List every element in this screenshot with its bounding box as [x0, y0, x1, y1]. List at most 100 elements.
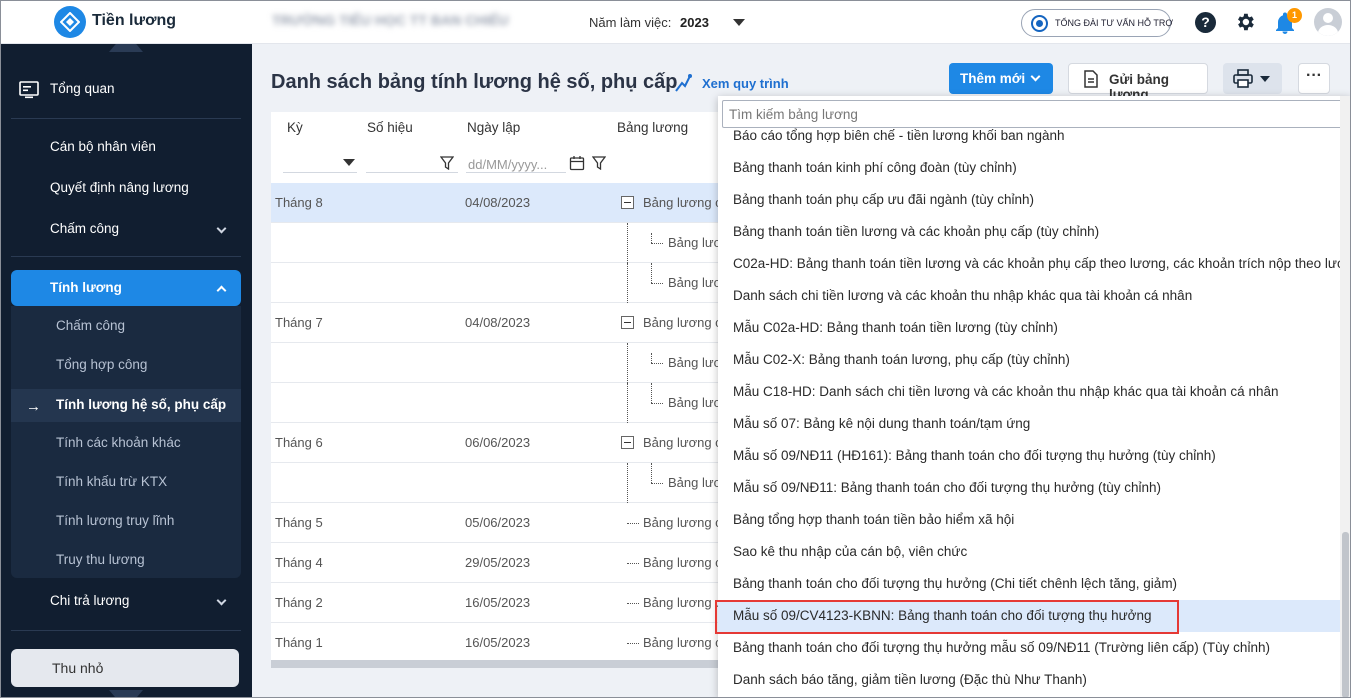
sidebar-item-payout[interactable]: Chi trả lương: [11, 583, 241, 619]
table-row[interactable]: Tháng 5 05/06/2023 Bảng lương c: [271, 503, 731, 543]
horizontal-scrollbar[interactable]: [271, 660, 719, 668]
cell-payroll: Bảng lương c: [643, 635, 722, 650]
dropdown-option[interactable]: Mẫu số 09/NĐ11 (HĐ161): Bảng thanh toán …: [718, 440, 1340, 472]
table-row[interactable]: Tháng 4 29/05/2023 Bảng lương c: [271, 543, 731, 583]
date-filter-underline: [466, 172, 566, 173]
sidebar-top-handle[interactable]: [109, 44, 143, 52]
cell-period: Tháng 5: [275, 515, 323, 530]
cell-period: Tháng 6: [275, 435, 323, 450]
dropdown-option[interactable]: Mẫu số 09/CV4123-KBNN: Bảng thanh toán c…: [718, 600, 1340, 632]
option-label: Bảng thanh toán cho đối tượng thụ hưởng …: [733, 640, 1270, 655]
table-row[interactable]: Tháng 2 16/05/2023 Bảng lương c: [271, 583, 731, 623]
calendar-icon[interactable]: [569, 155, 585, 171]
table-row[interactable]: Bảng lươ: [271, 343, 731, 383]
dropdown-option[interactable]: Báo cáo tổng hợp biên chế - tiền lương k…: [718, 120, 1340, 152]
option-label: Danh sách báo tăng, giảm tiền lương (Đặc…: [733, 672, 1087, 687]
dropdown-option[interactable]: Mẫu C02-X: Bảng thanh toán lương, phụ cấ…: [718, 344, 1340, 376]
date-filter-input[interactable]: dd/MM/yyyy...: [468, 157, 547, 172]
dropdown-option[interactable]: Mẫu C02a-HD: Bảng thanh toán tiền lương …: [718, 312, 1340, 344]
cell-payroll: Bảng lương c: [643, 595, 722, 610]
subitem-label: Tính khấu trừ KTX: [56, 474, 168, 489]
cell-payroll: Bảng lương c: [643, 515, 722, 530]
sidebar-item-timekeeping[interactable]: Chấm công: [11, 211, 241, 247]
collapse-toggle-icon[interactable]: [621, 196, 634, 209]
filter-icon[interactable]: [440, 156, 454, 170]
column-header-date[interactable]: Ngày lập: [467, 120, 520, 135]
help-icon[interactable]: ?: [1195, 12, 1216, 33]
print-button[interactable]: [1223, 63, 1282, 94]
dropdown-option[interactable]: Mẫu số 09/NĐ11: Bảng thanh toán cho đối …: [718, 472, 1340, 504]
sidebar-item-payroll[interactable]: Tính lương: [11, 270, 241, 306]
sidebar-bottom-handle[interactable]: [109, 690, 143, 698]
dropdown-option[interactable]: Danh sách chi tiền lương và các khoản th…: [718, 280, 1340, 312]
option-label: Sao kê thu nhập của cán bộ, viên chức: [733, 544, 968, 559]
subitem-label: Tính lương hệ số, phụ cấp: [56, 397, 227, 412]
dropdown-scrollbar[interactable]: [1340, 96, 1351, 698]
period-filter[interactable]: [283, 172, 357, 173]
table-row[interactable]: Tháng 7 04/08/2023 Bảng lương c: [271, 303, 731, 343]
view-process-label: Xem quy trình: [702, 76, 789, 91]
cell-date: 29/05/2023: [465, 555, 531, 570]
chevron-up-icon: [216, 285, 227, 296]
tree-connector: [651, 383, 652, 403]
scrollbar-thumb[interactable]: [1342, 532, 1349, 698]
sidebar-subitem-work-summary[interactable]: Tổng hợp công: [11, 349, 241, 382]
collapse-toggle-icon[interactable]: [621, 316, 634, 329]
dropdown-option[interactable]: Bảng thanh toán tiền lương và các khoản …: [718, 216, 1340, 248]
dropdown-option[interactable]: Bảng thanh toán kinh phí công đoàn (tùy …: [718, 152, 1340, 184]
sidebar-item-overview[interactable]: Tổng quan: [11, 71, 241, 107]
tree-connector: [651, 353, 652, 363]
cell-payroll: Bảng lương c: [643, 555, 722, 570]
caret-down-icon[interactable]: [343, 159, 355, 166]
sidebar-subitem-timekeeping[interactable]: Chấm công: [11, 310, 241, 343]
tree-connector: [627, 603, 639, 604]
dropdown-option[interactable]: Bảng thanh toán cho đối tượng thụ hưởng …: [718, 568, 1340, 600]
dropdown-option[interactable]: Mẫu số 07: Bảng kê nội dung thanh toán/t…: [718, 408, 1340, 440]
headset-icon: [1031, 15, 1048, 32]
sidebar-subitem-back-pay[interactable]: Tính lương truy lĩnh: [11, 505, 241, 538]
dropdown-option[interactable]: Danh sách báo tăng, giảm tiền lương (Đặc…: [718, 664, 1340, 696]
table-row[interactable]: Tháng 8 04/08/2023 Bảng lương c: [271, 183, 731, 223]
sidebar-subitem-other-items[interactable]: Tính các khoản khác: [11, 427, 241, 460]
dropdown-option[interactable]: Sao kê thu nhập của cán bộ, viên chức: [718, 536, 1340, 568]
dropdown-option[interactable]: Mẫu C18-HD: Danh sách chi tiền lương và …: [718, 376, 1340, 408]
cell-period: Tháng 7: [275, 315, 323, 330]
sidebar-item-staff[interactable]: Cán bộ nhân viên: [11, 129, 241, 165]
column-header-payroll[interactable]: Bảng lương: [617, 120, 688, 135]
table-row[interactable]: Bảng lươ: [271, 383, 731, 423]
support-button[interactable]: TỔNG ĐÀI TƯ VẤN HỖ TRỢ: [1021, 9, 1173, 37]
cell-payroll: Bảng lương c: [643, 315, 722, 330]
add-new-button[interactable]: Thêm mới: [949, 63, 1053, 94]
tree-connector: [627, 463, 628, 503]
collapse-sidebar-button[interactable]: Thu nhỏ: [11, 649, 239, 687]
column-header-number[interactable]: Số hiệu: [367, 120, 413, 135]
app-logo-icon[interactable]: [54, 6, 86, 38]
year-select[interactable]: 2023: [680, 15, 709, 30]
dropdown-option[interactable]: Bảng thanh toán cho đối tượng thụ hưởng …: [718, 632, 1340, 664]
sidebar-subitem-coefficient-salary[interactable]: → Tính lương hệ số, phụ cấp: [11, 389, 241, 422]
table-row[interactable]: Bảng lươ: [271, 223, 731, 263]
sidebar-item-salary-decision[interactable]: Quyết định nâng lương: [11, 170, 241, 206]
avatar[interactable]: [1314, 8, 1342, 36]
caret-down-icon[interactable]: [733, 19, 745, 26]
send-payroll-button[interactable]: Gửi bảng lương: [1068, 63, 1208, 102]
dropdown-option[interactable]: Bảng tổng hợp thanh toán tiền bảo hiểm x…: [718, 504, 1340, 536]
dropdown-option[interactable]: Bảng thanh toán phụ cấp ưu đãi ngành (tù…: [718, 184, 1340, 216]
cell-date: 06/06/2023: [465, 435, 531, 450]
column-header-period[interactable]: Kỳ: [287, 120, 303, 135]
more-options-button[interactable]: ···: [1298, 63, 1330, 94]
dropdown-option[interactable]: C02a-HD: Bảng thanh toán tiền lương và c…: [718, 248, 1351, 280]
table-row[interactable]: Bảng lươ: [271, 263, 731, 303]
collapse-toggle-icon[interactable]: [621, 436, 634, 449]
filter-icon[interactable]: [592, 156, 606, 170]
sidebar-subitem-dorm-deduction[interactable]: Tính khấu trừ KTX: [11, 466, 241, 499]
sidebar-subitem-recovery[interactable]: Truy thu lương: [11, 544, 241, 577]
number-filter[interactable]: [366, 172, 458, 173]
table-row[interactable]: Bảng lươ: [271, 463, 731, 503]
gear-icon[interactable]: [1234, 11, 1256, 33]
tree-connector: [651, 283, 663, 284]
option-label: Báo cáo tổng hợp biên chế - tiền lương k…: [733, 128, 1065, 143]
table-row[interactable]: Tháng 1 16/05/2023 Bảng lương c: [271, 623, 731, 663]
table-row[interactable]: Tháng 6 06/06/2023 Bảng lương c: [271, 423, 731, 463]
tree-connector: [627, 563, 639, 564]
